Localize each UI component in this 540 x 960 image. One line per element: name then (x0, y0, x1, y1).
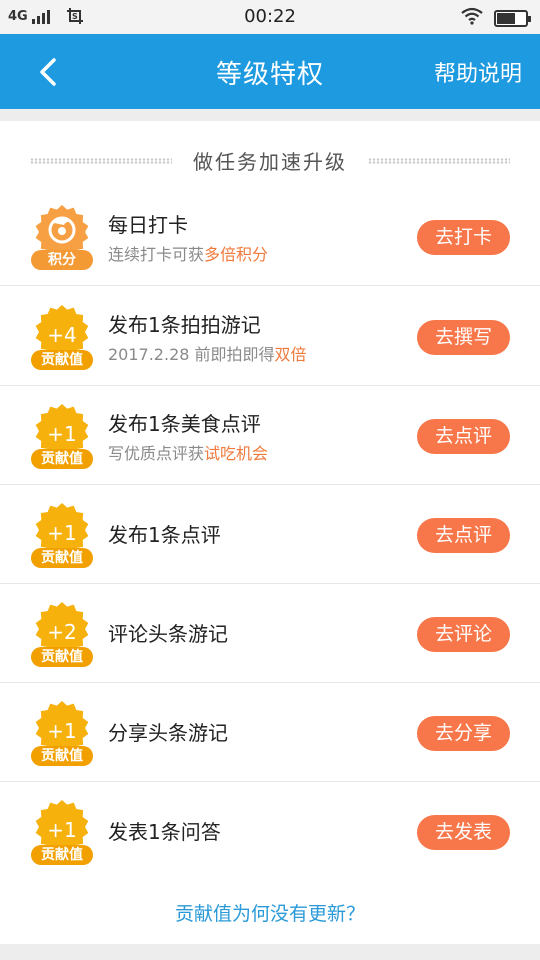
badge-tag: 贡献值 (31, 548, 93, 568)
task-row-daily-checkin: 积分 每日打卡 连续打卡可获多倍积分 去打卡 (0, 187, 540, 286)
badge-tag: 贡献值 (31, 845, 93, 865)
task-title: 评论头条游记 (108, 622, 228, 646)
task-row-comment: +2 贡献值 评论头条游记 去评论 (0, 584, 540, 683)
subtitle-text: 连续打卡可获 (108, 245, 205, 264)
write-button[interactable]: 去撰写 (417, 320, 510, 355)
post-button[interactable]: 去发表 (417, 815, 510, 850)
task-title: 发表1条问答 (108, 820, 221, 844)
task-badge: +2 贡献值 (28, 600, 96, 670)
review-food-button[interactable]: 去点评 (417, 419, 510, 454)
task-subtitle: 2017.2.28 前即拍即得双倍 (108, 341, 307, 365)
share-button[interactable]: 去分享 (417, 716, 510, 751)
task-row-qa: +1 贡献值 发表1条问答 去发表 (0, 782, 540, 881)
task-title: 发布1条拍拍游记 (108, 313, 261, 337)
subtitle-highlight: 多倍积分 (204, 245, 269, 264)
badge-value: +1 (47, 521, 77, 545)
task-badge: +1 贡献值 (28, 501, 96, 571)
help-button[interactable]: 帮助说明 (434, 56, 522, 88)
badge-tag: 贡献值 (31, 449, 93, 469)
nav-bar: 等级特权 帮助说明 (0, 34, 540, 109)
task-subtitle: 写优质点评获试吃机会 (108, 440, 268, 464)
task-badge: +4 贡献值 (28, 303, 96, 373)
divider-right (368, 158, 510, 164)
badge-value: +1 (47, 422, 77, 446)
status-right (460, 7, 531, 29)
task-title: 发布1条点评 (108, 523, 221, 547)
task-badge: +1 贡献值 (28, 798, 96, 868)
contribution-help-link[interactable]: 贡献值为何没有更新？ (0, 899, 540, 926)
checkin-button[interactable]: 去打卡 (417, 220, 510, 255)
subtitle-text: 2017.2.28 前即拍即得 (108, 345, 275, 364)
badge-tag: 积分 (31, 250, 93, 270)
task-title: 发布1条美食点评 (108, 412, 261, 436)
task-row-food-review: +1 贡献值 发布1条美食点评 写优质点评获试吃机会 去点评 (0, 386, 540, 485)
task-badge: +1 贡献值 (28, 402, 96, 472)
badge-tag: 贡献值 (31, 350, 93, 370)
subtitle-text: 写优质点评获 (108, 444, 205, 463)
task-row-review: +1 贡献值 发布1条点评 去点评 (0, 485, 540, 584)
subtitle-highlight: 双倍 (274, 345, 307, 364)
comment-button[interactable]: 去评论 (417, 617, 510, 652)
wifi-icon (460, 7, 484, 29)
badge-value: +1 (47, 818, 77, 842)
task-badge: 积分 (28, 203, 96, 273)
badge-value: +1 (47, 719, 77, 743)
subtitle-highlight: 试吃机会 (204, 444, 269, 463)
clock: 00:22 (244, 6, 296, 27)
badge-tag: 贡献值 (31, 746, 93, 766)
task-title: 分享头条游记 (108, 721, 228, 745)
badge-tag: 贡献值 (31, 647, 93, 667)
battery-charging-icon (494, 9, 531, 27)
badge-value: +2 (47, 620, 77, 644)
status-bar: 4G S 00:22 (0, 0, 540, 34)
task-badge: +1 贡献值 (28, 699, 96, 769)
task-row-photo-travelogue: +4 贡献值 发布1条拍拍游记 2017.2.28 前即拍即得双倍 去撰写 (0, 287, 540, 386)
task-subtitle: 连续打卡可获多倍积分 (108, 241, 268, 265)
task-row-share: +1 贡献值 分享头条游记 去分享 (0, 683, 540, 782)
task-card: 做任务加速升级 积分 每日打卡 连续打卡可获多倍积分 去打卡 +4 贡献值 发布… (0, 121, 540, 944)
task-title: 每日打卡 (108, 213, 188, 237)
section-header: 做任务加速升级 (0, 121, 540, 197)
badge-value: +4 (47, 323, 77, 347)
review-button[interactable]: 去点评 (417, 518, 510, 553)
